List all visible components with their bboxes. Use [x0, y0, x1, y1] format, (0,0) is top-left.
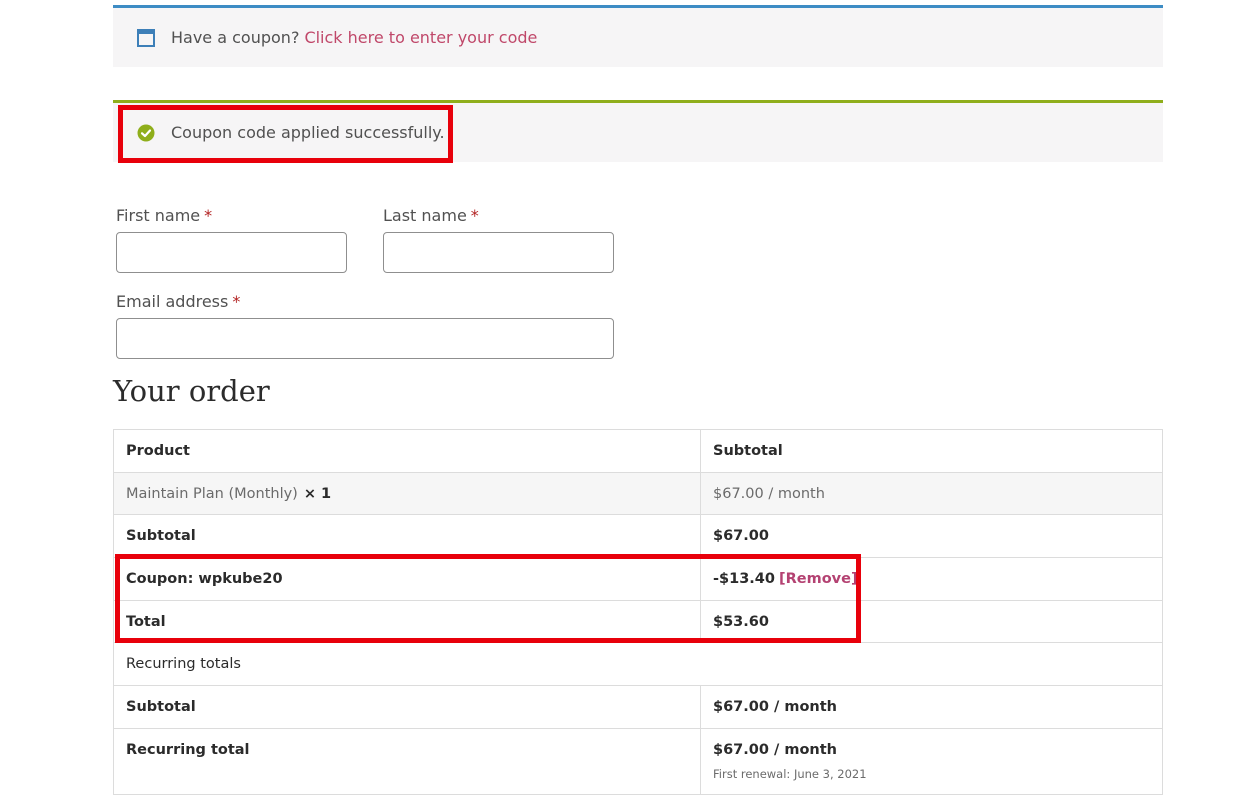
recurring-total-cell: $67.00 / month First renewal: June 3, 20…: [700, 727, 1163, 795]
table-row: Total $53.60: [113, 599, 1163, 644]
subtotal-column-header: Subtotal: [700, 429, 1163, 473]
table-row: Recurring totals: [113, 642, 1163, 687]
required-mark: *: [232, 292, 241, 311]
coupon-info-notice: Have a coupon? Click here to enter your …: [113, 5, 1163, 67]
coupon-discount-value: -$13.40: [713, 570, 775, 587]
last-name-input[interactable]: [383, 232, 614, 273]
recurring-subtotal-value: $67.00 / month: [700, 685, 1163, 729]
required-mark: *: [470, 206, 479, 225]
first-name-label-text: First name: [116, 206, 201, 225]
recurring-total-value: $67.00 / month: [713, 741, 837, 758]
coupon-applied-message: Coupon code applied successfully.: [171, 123, 445, 142]
product-column-header: Product: [113, 429, 701, 473]
product-quantity: × 1: [303, 485, 332, 502]
total-label: Total: [113, 599, 701, 644]
check-circle-icon: [137, 124, 155, 142]
coupon-success-notice: Coupon code applied successfully.: [113, 100, 1163, 162]
table-row: Coupon: wpkube20 -$13.40 [Remove]: [113, 557, 1163, 601]
enter-coupon-link[interactable]: Click here to enter your code: [304, 28, 537, 47]
product-price: $67.00 / month: [700, 471, 1163, 516]
recurring-totals-heading: Recurring totals: [113, 642, 1163, 687]
last-name-label: Last name *: [383, 206, 479, 225]
required-mark: *: [204, 206, 213, 225]
email-label-text: Email address: [116, 292, 229, 311]
coupon-discount-cell: -$13.40 [Remove]: [700, 557, 1163, 601]
window-icon: [137, 28, 155, 47]
first-name-input[interactable]: [116, 232, 347, 273]
your-order-heading: Your order: [113, 374, 270, 408]
table-row: Subtotal $67.00 / month: [113, 685, 1163, 729]
cart-item-cell: Maintain Plan (Monthly) × 1: [113, 471, 701, 516]
email-label: Email address *: [116, 292, 240, 311]
recurring-subtotal-label: Subtotal: [113, 685, 701, 729]
email-input[interactable]: [116, 318, 614, 359]
table-header-row: Product Subtotal: [113, 429, 1163, 473]
subtotal-value: $67.00: [700, 514, 1163, 559]
coupon-label: Coupon: wpkube20: [113, 557, 701, 601]
recurring-total-label: Recurring total: [113, 727, 701, 795]
subtotal-label: Subtotal: [113, 514, 701, 559]
table-row: Maintain Plan (Monthly) × 1 $67.00 / mont…: [113, 471, 1163, 516]
first-name-label: First name *: [116, 206, 212, 225]
table-row: Subtotal $67.00: [113, 514, 1163, 559]
remove-coupon-link[interactable]: [Remove]: [779, 571, 858, 587]
order-review-table: Product Subtotal Maintain Plan (Monthly)…: [113, 429, 1163, 795]
last-name-label-text: Last name: [383, 206, 467, 225]
total-value: $53.60: [700, 599, 1163, 644]
first-renewal-date: First renewal: June 3, 2021: [713, 766, 867, 781]
checkout-page: Have a coupon? Click here to enter your …: [0, 0, 1250, 809]
table-row: Recurring total $67.00 / month First ren…: [113, 727, 1163, 795]
product-name: Maintain Plan (Monthly): [126, 485, 298, 502]
coupon-prompt-text: Have a coupon?: [171, 28, 300, 47]
